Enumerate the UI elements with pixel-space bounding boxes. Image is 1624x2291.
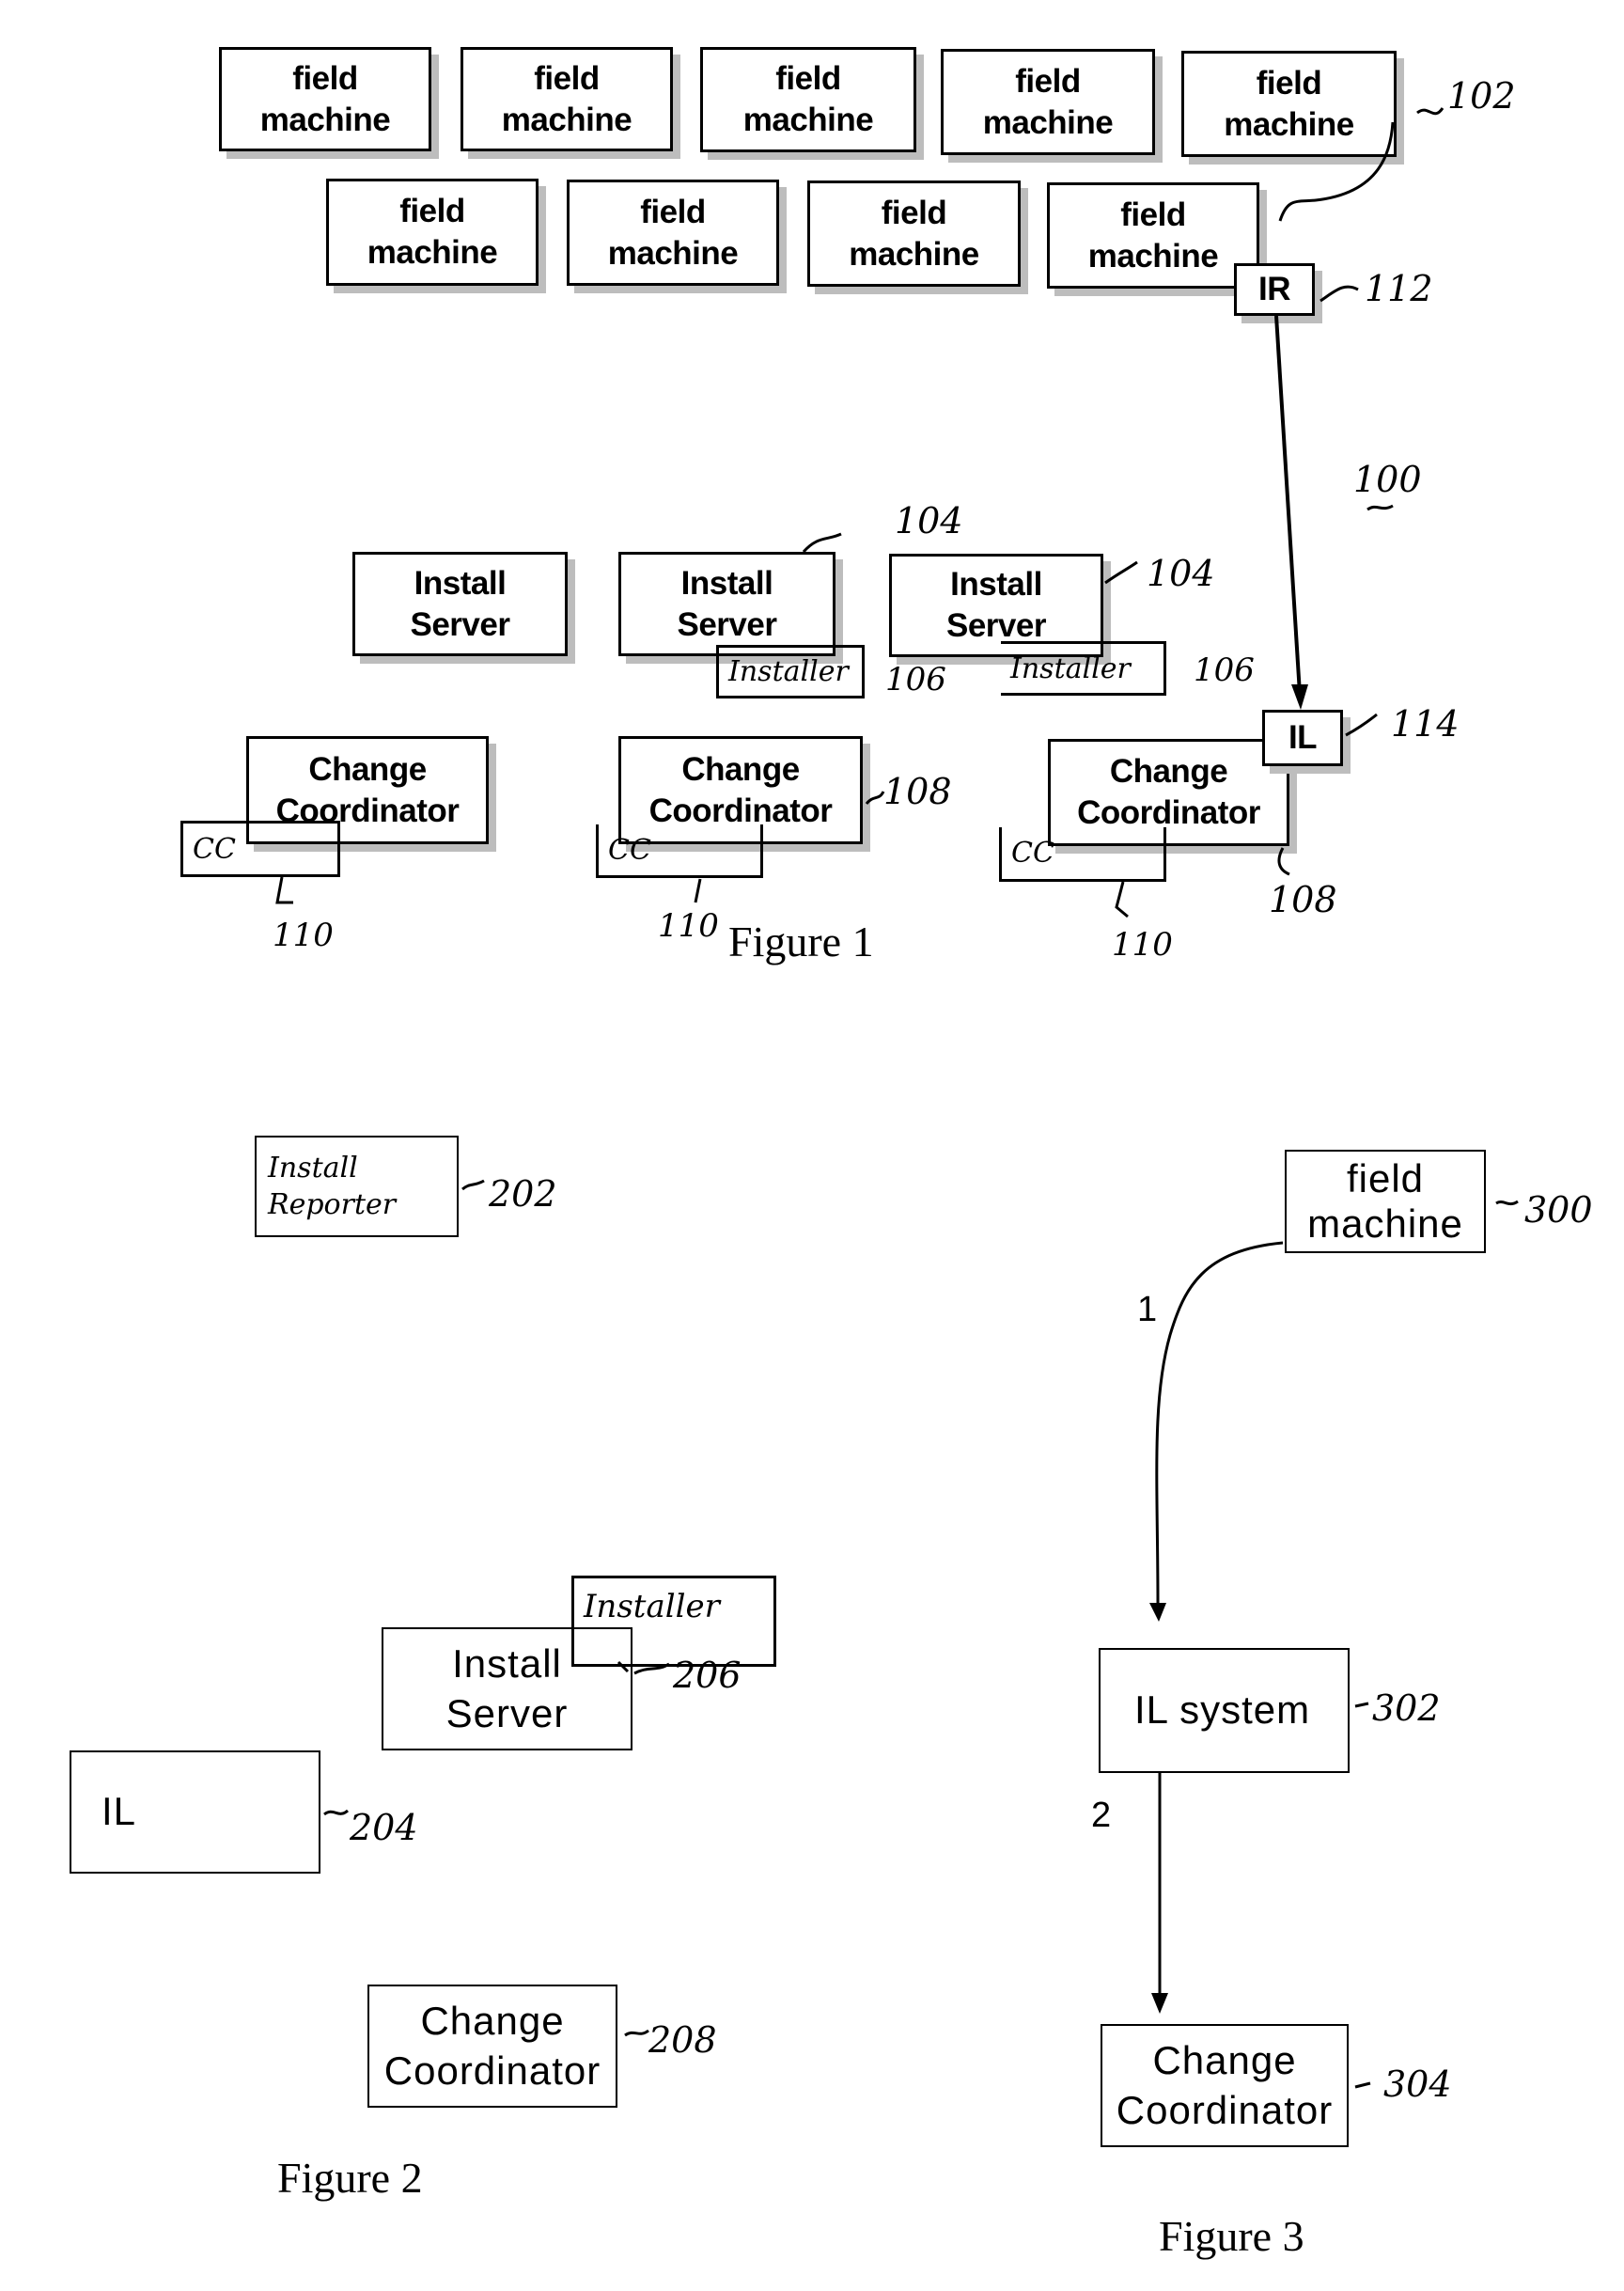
ref-110-leader-2 xyxy=(694,878,702,903)
ref-104-leader xyxy=(802,532,842,554)
ref-302-leader xyxy=(1354,1702,1369,1708)
ref-100-squiggle xyxy=(1366,504,1394,511)
ref-108-leader-2 xyxy=(1277,847,1290,876)
ref-202-leader xyxy=(461,1179,485,1191)
il-system-to-change-coordinator-arrowhead xyxy=(1151,1993,1168,2014)
field-machine-to-il-system-arrow xyxy=(1155,1241,1284,1604)
ref-206-leader xyxy=(617,1660,670,1675)
field-machine-to-il-system-arrowhead xyxy=(1149,1603,1166,1622)
ref-114-leader xyxy=(1345,713,1378,737)
ref-112-leader xyxy=(1320,285,1359,303)
ref-102-leader xyxy=(1416,107,1444,116)
ref-304-leader xyxy=(1354,2081,1371,2089)
ref-110-leader-3 xyxy=(1115,881,1129,918)
ref-300-leader xyxy=(1495,1200,1519,1206)
ref-104-leader-2 xyxy=(1104,560,1138,585)
ir-to-il-arrowhead xyxy=(1291,684,1308,710)
connectors xyxy=(275,107,1519,2089)
ref-102-curve xyxy=(1278,121,1395,222)
ref-110-leader-1 xyxy=(275,876,293,904)
ref-204-leader xyxy=(323,1809,350,1816)
ref-108-leader xyxy=(865,791,885,806)
ref-208-leader xyxy=(624,2029,649,2037)
ir-to-il-arrow xyxy=(1274,315,1302,695)
